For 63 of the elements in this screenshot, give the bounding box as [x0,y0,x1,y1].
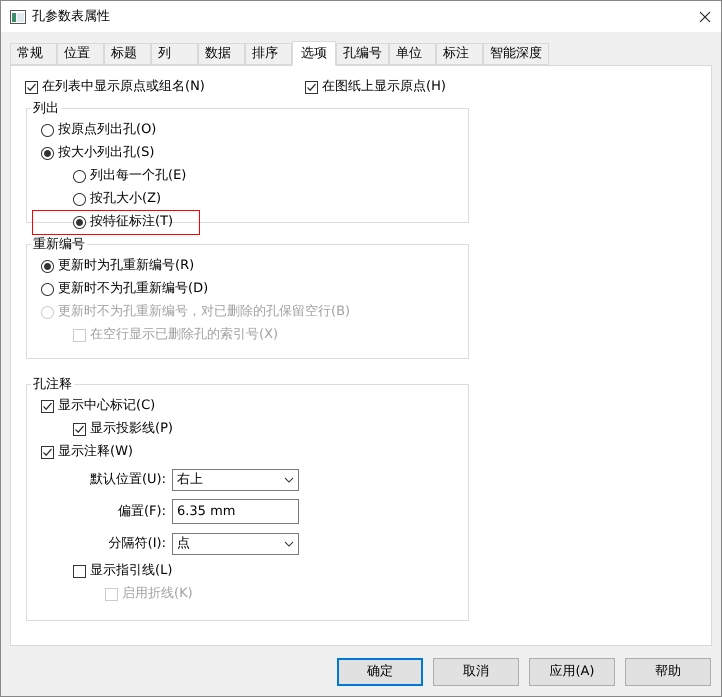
radio-button[interactable] [41,260,54,272]
tab[interactable]: 孔编号 [336,43,389,65]
dropdown[interactable]: 右上 [172,468,299,490]
option-label: 按原点列出孔(O) [58,121,156,140]
radio-button[interactable] [73,192,86,206]
group-title: 重新编号 [32,236,86,254]
dialog-button[interactable]: 应用(A) [529,658,615,686]
window-title: 孔参数表属性 [32,8,110,26]
tab[interactable]: 选项 [292,41,336,66]
checkmark-icon [26,82,37,92]
tab[interactable]: 排序 [245,43,292,65]
dialog-button[interactable]: 取消 [433,658,519,686]
option-label: 更新时为孔重新编号(R) [58,257,194,276]
option-label: 显示中心标记(C) [58,397,156,416]
option-label: 显示投影线(P) [90,420,173,438]
checkmark-icon [306,82,317,92]
tab[interactable]: 标题 [104,43,151,65]
checkbox[interactable] [25,80,38,94]
option-label: 在图纸上显示原点(H) [322,78,446,96]
option-label: 更新时不为孔重新编号，对已删除的孔保留空行(B) [58,303,350,322]
checkbox[interactable] [41,400,54,412]
dropdown[interactable]: 点 [172,532,299,554]
tab[interactable]: 智能深度 [483,43,549,65]
group-title: 列出 [32,100,60,118]
dialog-button[interactable]: 确定 [337,658,423,686]
option-label: 显示注释(W) [58,443,133,462]
table-icon [10,10,26,24]
radio-button[interactable] [73,170,86,182]
checkbox[interactable] [41,446,54,458]
option-label: 按孔大小(Z) [90,190,162,208]
tab[interactable]: 数据 [198,43,245,65]
radio-button[interactable] [41,282,54,296]
option-label: 显示指引线(L) [90,562,172,580]
radio-button[interactable] [73,216,86,228]
option-label: 在列表中显示原点或组名(N) [42,78,205,96]
field-label: 默认位置(U): [88,470,166,489]
offset-field[interactable]: 6.35 mm [172,499,299,524]
radio-button[interactable] [41,146,54,160]
checkbox[interactable] [73,564,86,578]
option-label: 在空行显示已删除孔的索引号(X) [90,326,278,344]
option-label: 按大小列出孔(S) [58,144,154,162]
group-title: 孔注释 [32,376,73,394]
option-label: 列出每一个孔(E) [90,167,186,186]
checkbox[interactable] [305,80,318,94]
checkbox[interactable] [73,422,86,436]
tab[interactable]: 标注 [436,43,483,65]
field-label: 偏置(F): [116,502,166,521]
dialog-button[interactable]: 帮助 [625,658,711,686]
checkmark-icon [74,424,85,434]
chevron-down-icon [284,540,294,546]
chevron-down-icon [284,476,294,482]
tab[interactable]: 常规 [10,43,57,65]
checkmark-icon [42,446,53,458]
tab[interactable]: 列 [151,43,198,65]
field-label: 分隔符(I): [108,534,166,553]
option-label: 更新时不为孔重新编号(D) [58,280,208,298]
tab[interactable]: 单位 [389,43,436,65]
option-label: 启用折线(K) [122,585,193,604]
radio-button[interactable] [41,124,54,136]
checkmark-icon [42,400,53,412]
option-label: 按特征标注(T) [90,213,174,232]
tab[interactable]: 位置 [57,43,104,65]
close-icon[interactable] [699,10,711,22]
